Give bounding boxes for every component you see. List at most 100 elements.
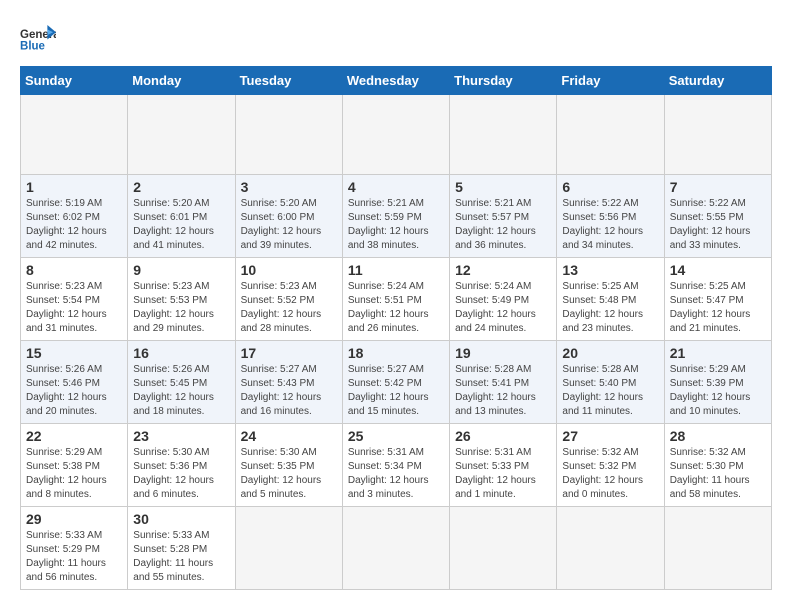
day-info: Sunrise: 5:32 AM Sunset: 5:32 PM Dayligh…	[562, 446, 658, 502]
calendar-cell: 24 Sunrise: 5:30 AM Sunset: 5:35 PM Dayli…	[235, 424, 342, 507]
calendar-cell: 16 Sunrise: 5:26 AM Sunset: 5:45 PM Dayli…	[128, 341, 235, 424]
day-info: Sunrise: 5:29 AM Sunset: 5:39 PM Dayligh…	[670, 363, 766, 419]
day-number: 13	[562, 262, 658, 278]
weekday-tuesday: Tuesday	[235, 67, 342, 95]
calendar-cell: 18 Sunrise: 5:27 AM Sunset: 5:42 PM Dayli…	[342, 341, 449, 424]
day-info: Sunrise: 5:30 AM Sunset: 5:35 PM Dayligh…	[241, 446, 337, 502]
day-info: Sunrise: 5:22 AM Sunset: 5:55 PM Dayligh…	[670, 197, 766, 253]
day-info: Sunrise: 5:33 AM Sunset: 5:28 PM Dayligh…	[133, 529, 229, 585]
calendar-cell: 20 Sunrise: 5:28 AM Sunset: 5:40 PM Dayli…	[557, 341, 664, 424]
day-number: 18	[348, 345, 444, 361]
day-info: Sunrise: 5:23 AM Sunset: 5:53 PM Dayligh…	[133, 280, 229, 336]
calendar-cell	[664, 507, 771, 590]
calendar-body: 1 Sunrise: 5:19 AM Sunset: 6:02 PM Daylig…	[21, 95, 772, 590]
calendar-cell	[450, 507, 557, 590]
day-info: Sunrise: 5:23 AM Sunset: 5:52 PM Dayligh…	[241, 280, 337, 336]
calendar-cell: 3Sunrise: 5:20 AM Sunset: 6:00 PM Daylig…	[235, 175, 342, 258]
calendar-cell: 9 Sunrise: 5:23 AM Sunset: 5:53 PM Daylig…	[128, 258, 235, 341]
day-number: 29	[26, 511, 122, 527]
calendar-cell	[664, 95, 771, 175]
day-number: 15	[26, 345, 122, 361]
day-info: Sunrise: 5:25 AM Sunset: 5:48 PM Dayligh…	[562, 280, 658, 336]
calendar-table: SundayMondayTuesdayWednesdayThursdayFrid…	[20, 66, 772, 590]
calendar-cell	[557, 507, 664, 590]
day-info: Sunrise: 5:26 AM Sunset: 5:45 PM Dayligh…	[133, 363, 229, 419]
calendar-cell	[235, 507, 342, 590]
day-info: Sunrise: 5:24 AM Sunset: 5:51 PM Dayligh…	[348, 280, 444, 336]
day-number: 5	[455, 179, 551, 195]
day-info: Sunrise: 5:28 AM Sunset: 5:40 PM Dayligh…	[562, 363, 658, 419]
day-info: Sunrise: 5:21 AM Sunset: 5:59 PM Dayligh…	[348, 197, 444, 253]
calendar-cell: 10Sunrise: 5:23 AM Sunset: 5:52 PM Dayli…	[235, 258, 342, 341]
day-number: 26	[455, 428, 551, 444]
day-number: 22	[26, 428, 122, 444]
calendar-cell: 7 Sunrise: 5:22 AM Sunset: 5:55 PM Daylig…	[664, 175, 771, 258]
day-number: 17	[241, 345, 337, 361]
weekday-sunday: Sunday	[21, 67, 128, 95]
calendar-cell: 27Sunrise: 5:32 AM Sunset: 5:32 PM Dayli…	[557, 424, 664, 507]
calendar-cell: 4 Sunrise: 5:21 AM Sunset: 5:59 PM Daylig…	[342, 175, 449, 258]
svg-text:Blue: Blue	[20, 41, 46, 53]
calendar-cell: 17 Sunrise: 5:27 AM Sunset: 5:43 PM Dayli…	[235, 341, 342, 424]
calendar-cell: 5Sunrise: 5:21 AM Sunset: 5:57 PM Daylig…	[450, 175, 557, 258]
calendar-cell	[21, 95, 128, 175]
calendar-cell: 14Sunrise: 5:25 AM Sunset: 5:47 PM Dayli…	[664, 258, 771, 341]
day-info: Sunrise: 5:29 AM Sunset: 5:38 PM Dayligh…	[26, 446, 122, 502]
day-number: 16	[133, 345, 229, 361]
calendar-cell: 22 Sunrise: 5:29 AM Sunset: 5:38 PM Dayli…	[21, 424, 128, 507]
day-number: 7	[670, 179, 766, 195]
day-number: 9	[133, 262, 229, 278]
weekday-thursday: Thursday	[450, 67, 557, 95]
calendar-cell	[450, 95, 557, 175]
calendar-cell	[557, 95, 664, 175]
day-number: 1	[26, 179, 122, 195]
calendar-cell: 23Sunrise: 5:30 AM Sunset: 5:36 PM Dayli…	[128, 424, 235, 507]
day-info: Sunrise: 5:20 AM Sunset: 6:01 PM Dayligh…	[133, 197, 229, 253]
day-info: Sunrise: 5:19 AM Sunset: 6:02 PM Dayligh…	[26, 197, 122, 253]
day-number: 20	[562, 345, 658, 361]
calendar-cell: 26 Sunrise: 5:31 AM Sunset: 5:33 PM Dayli…	[450, 424, 557, 507]
day-number: 21	[670, 345, 766, 361]
day-number: 25	[348, 428, 444, 444]
calendar-week-2: 1 Sunrise: 5:19 AM Sunset: 6:02 PM Daylig…	[21, 175, 772, 258]
day-info: Sunrise: 5:26 AM Sunset: 5:46 PM Dayligh…	[26, 363, 122, 419]
day-info: Sunrise: 5:32 AM Sunset: 5:30 PM Dayligh…	[670, 446, 766, 502]
calendar-cell: 11Sunrise: 5:24 AM Sunset: 5:51 PM Dayli…	[342, 258, 449, 341]
calendar-cell: 25 Sunrise: 5:31 AM Sunset: 5:34 PM Dayli…	[342, 424, 449, 507]
calendar-week-4: 15 Sunrise: 5:26 AM Sunset: 5:46 PM Dayli…	[21, 341, 772, 424]
calendar-week-6: 29Sunrise: 5:33 AM Sunset: 5:29 PM Dayli…	[21, 507, 772, 590]
day-number: 23	[133, 428, 229, 444]
calendar-cell: 12 Sunrise: 5:24 AM Sunset: 5:49 PM Dayli…	[450, 258, 557, 341]
day-number: 2	[133, 179, 229, 195]
weekday-saturday: Saturday	[664, 67, 771, 95]
calendar-cell	[342, 95, 449, 175]
day-info: Sunrise: 5:27 AM Sunset: 5:42 PM Dayligh…	[348, 363, 444, 419]
weekday-header-row: SundayMondayTuesdayWednesdayThursdayFrid…	[21, 67, 772, 95]
calendar-cell: 2 Sunrise: 5:20 AM Sunset: 6:01 PM Daylig…	[128, 175, 235, 258]
calendar-cell: 1 Sunrise: 5:19 AM Sunset: 6:02 PM Daylig…	[21, 175, 128, 258]
day-info: Sunrise: 5:31 AM Sunset: 5:34 PM Dayligh…	[348, 446, 444, 502]
calendar-week-3: 8 Sunrise: 5:23 AM Sunset: 5:54 PM Daylig…	[21, 258, 772, 341]
calendar-cell: 8 Sunrise: 5:23 AM Sunset: 5:54 PM Daylig…	[21, 258, 128, 341]
calendar-cell	[128, 95, 235, 175]
calendar-cell: 13 Sunrise: 5:25 AM Sunset: 5:48 PM Dayli…	[557, 258, 664, 341]
day-info: Sunrise: 5:24 AM Sunset: 5:49 PM Dayligh…	[455, 280, 551, 336]
weekday-monday: Monday	[128, 67, 235, 95]
calendar-cell: 15 Sunrise: 5:26 AM Sunset: 5:46 PM Dayli…	[21, 341, 128, 424]
calendar-cell: 6Sunrise: 5:22 AM Sunset: 5:56 PM Daylig…	[557, 175, 664, 258]
calendar-cell: 21 Sunrise: 5:29 AM Sunset: 5:39 PM Dayli…	[664, 341, 771, 424]
calendar-week-1	[21, 95, 772, 175]
day-number: 24	[241, 428, 337, 444]
day-number: 12	[455, 262, 551, 278]
day-info: Sunrise: 5:23 AM Sunset: 5:54 PM Dayligh…	[26, 280, 122, 336]
day-number: 8	[26, 262, 122, 278]
day-info: Sunrise: 5:28 AM Sunset: 5:41 PM Dayligh…	[455, 363, 551, 419]
weekday-wednesday: Wednesday	[342, 67, 449, 95]
day-info: Sunrise: 5:31 AM Sunset: 5:33 PM Dayligh…	[455, 446, 551, 502]
calendar-week-5: 22 Sunrise: 5:29 AM Sunset: 5:38 PM Dayli…	[21, 424, 772, 507]
day-number: 4	[348, 179, 444, 195]
day-number: 28	[670, 428, 766, 444]
calendar-cell	[235, 95, 342, 175]
day-info: Sunrise: 5:27 AM Sunset: 5:43 PM Dayligh…	[241, 363, 337, 419]
day-number: 19	[455, 345, 551, 361]
